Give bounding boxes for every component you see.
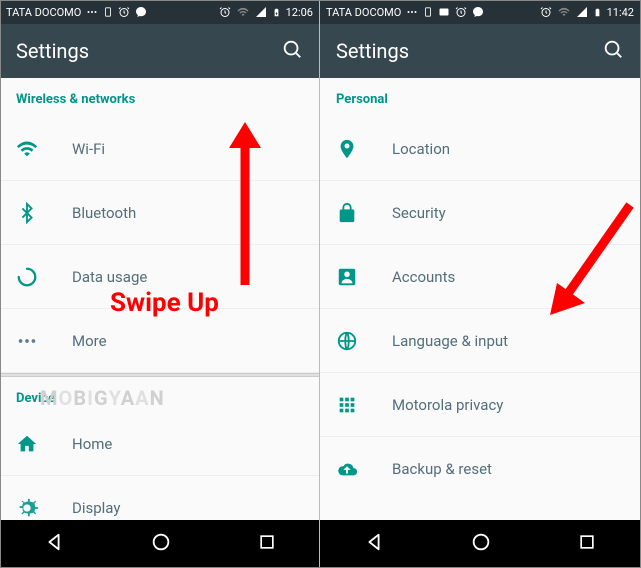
row-label: More bbox=[72, 332, 107, 350]
app-bar: Settings bbox=[320, 24, 640, 78]
messenger-icon bbox=[135, 6, 147, 18]
signal-icon bbox=[576, 6, 588, 18]
row-label: Wi-Fi bbox=[72, 140, 105, 158]
bluetooth-icon bbox=[16, 202, 56, 224]
status-bar: TATA DOCOMO 12:06 bbox=[0, 0, 319, 24]
message-icon bbox=[438, 6, 450, 18]
annotation-swipe-up-label: Swipe Up bbox=[110, 288, 219, 318]
battery-icon bbox=[272, 6, 281, 19]
row-backup-reset[interactable]: Backup & reset bbox=[320, 437, 640, 501]
backup-icon bbox=[336, 458, 376, 480]
phone-left: TATA DOCOMO 12:06 Settings Wireless & ne… bbox=[0, 0, 320, 568]
row-label: Bluetooth bbox=[72, 204, 136, 222]
row-motorola-privacy[interactable]: Motorola privacy bbox=[320, 373, 640, 437]
location-icon bbox=[336, 138, 376, 160]
home-button[interactable] bbox=[150, 531, 172, 557]
recent-button[interactable] bbox=[257, 532, 277, 556]
section-header-wireless: Wireless & networks bbox=[0, 78, 319, 117]
privacy-icon bbox=[336, 394, 376, 416]
wifi-icon bbox=[557, 6, 571, 18]
battery-icon bbox=[593, 6, 602, 19]
nav-bar bbox=[0, 520, 319, 568]
row-label: Security bbox=[392, 204, 446, 222]
display-icon bbox=[16, 497, 56, 519]
back-button[interactable] bbox=[363, 531, 385, 557]
more-icon bbox=[406, 6, 418, 18]
clock-label: 12:06 bbox=[286, 6, 313, 19]
phone-frame-icon bbox=[423, 6, 433, 18]
lock-icon bbox=[336, 202, 376, 224]
carrier-label: TATA DOCOMO bbox=[326, 6, 401, 19]
status-bar: TATA DOCOMO 11:42 bbox=[320, 0, 640, 24]
nav-bar bbox=[320, 520, 640, 568]
row-label: Backup & reset bbox=[392, 460, 492, 478]
globe-icon bbox=[336, 330, 376, 352]
row-label: Motorola privacy bbox=[392, 396, 503, 414]
alarm-icon bbox=[118, 6, 130, 18]
home-icon bbox=[16, 433, 56, 455]
alarm-icon bbox=[455, 6, 467, 18]
row-label: Data usage bbox=[72, 268, 147, 286]
wifi-icon bbox=[16, 138, 56, 160]
appbar-title: Settings bbox=[336, 39, 409, 63]
wifi-icon bbox=[236, 6, 250, 18]
row-label: Location bbox=[392, 140, 450, 158]
back-button[interactable] bbox=[43, 531, 65, 557]
carrier-label: TATA DOCOMO bbox=[6, 6, 81, 19]
home-button[interactable] bbox=[470, 531, 492, 557]
alarm-icon bbox=[219, 6, 231, 18]
row-label: Home bbox=[72, 435, 112, 453]
screenshot-pair: TATA DOCOMO 12:06 Settings Wireless & ne… bbox=[0, 0, 641, 568]
account-icon bbox=[336, 266, 376, 288]
alarm-icon bbox=[540, 6, 552, 18]
annotation-arrow-diag bbox=[545, 195, 641, 325]
row-label: Language & input bbox=[392, 332, 508, 350]
annotation-arrow-up bbox=[225, 120, 265, 290]
messenger-icon bbox=[472, 6, 484, 18]
recent-button[interactable] bbox=[577, 532, 597, 556]
appbar-title: Settings bbox=[16, 39, 89, 63]
app-bar: Settings bbox=[0, 24, 319, 78]
more-icon bbox=[86, 6, 98, 18]
data-usage-icon bbox=[16, 266, 56, 288]
row-more[interactable]: More bbox=[0, 309, 319, 373]
more-horiz-icon bbox=[16, 330, 56, 352]
clock-label: 11:42 bbox=[607, 6, 634, 19]
phone-frame-icon bbox=[103, 6, 113, 18]
row-label: Accounts bbox=[392, 268, 455, 286]
search-icon[interactable] bbox=[281, 38, 303, 64]
signal-icon bbox=[255, 6, 267, 18]
row-location[interactable]: Location bbox=[320, 117, 640, 181]
row-wifi[interactable]: Wi-Fi bbox=[0, 117, 319, 181]
section-header-device: Device bbox=[0, 377, 319, 412]
section-header-personal: Personal bbox=[320, 78, 640, 117]
search-icon[interactable] bbox=[602, 38, 624, 64]
row-bluetooth[interactable]: Bluetooth bbox=[0, 181, 319, 245]
row-label: Display bbox=[72, 499, 120, 517]
row-home[interactable]: Home bbox=[0, 412, 319, 476]
